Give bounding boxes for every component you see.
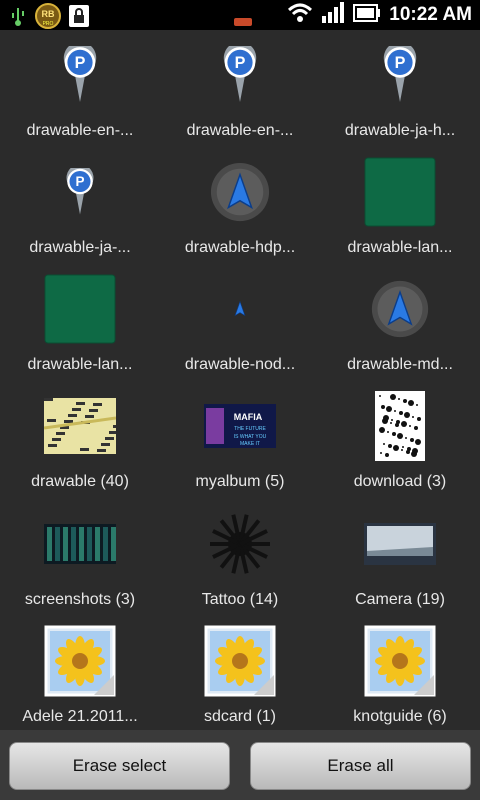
green-square-thumbnail [320,147,480,237]
document-thumbnail [320,381,480,471]
svg-text:P: P [75,54,86,72]
parking-pin-icon: P [0,30,160,120]
folder-item[interactable]: Pdrawable-ja-... [0,147,160,265]
folder-label: drawable-en-... [186,122,294,139]
folder-item[interactable]: Pdrawable-ja-h... [320,30,480,148]
folder-item[interactable]: drawable-md... [320,264,480,382]
folder-item[interactable]: Pdrawable-en-... [160,30,320,148]
lock-icon [68,4,90,33]
green-square-thumbnail [0,264,160,354]
folder-grid: Pdrawable-en-... Pdrawable-en-... Pdrawabl… [0,30,480,730]
folder-label: Camera (19) [355,591,445,608]
bottom-action-bar: Erase select Erase all [0,730,480,800]
folder-item[interactable]: sdcard (1) [160,616,320,734]
svg-text:RB: RB [42,9,55,19]
folder-label: drawable-lan... [27,356,133,373]
navigation-arrow-icon [160,264,320,354]
navigation-arrow-icon [160,147,320,237]
svg-text:MAKE IT: MAKE IT [240,441,260,447]
folder-label: drawable-ja-... [29,239,131,256]
folder-label: drawable-nod... [184,356,296,373]
folder-label: Adele 21.2011... [22,708,138,725]
svg-text:P: P [75,174,84,189]
folder-item[interactable]: knotguide (6) [320,616,480,734]
navigation-arrow-icon [320,264,480,354]
parking-pin-icon: P [160,30,320,120]
folder-label: sdcard (1) [203,708,277,725]
signal-icon [321,1,345,29]
svg-text:THE FUTURE: THE FUTURE [234,426,266,432]
parking-pin-icon: P [0,147,160,237]
folder-item[interactable]: screenshots (3) [0,499,160,617]
folder-label: drawable-ja-h... [344,122,456,139]
folder-label: Tattoo (14) [201,591,279,608]
folder-item[interactable]: MAFIA THE FUTURE IS WHAT YOU MAKE IT myalbum… [160,381,320,499]
folder-label: drawable (40) [31,473,129,490]
svg-text:P: P [235,54,246,72]
folder-item[interactable]: Camera (19) [320,499,480,617]
folder-label: screenshots (3) [24,591,136,608]
folder-label: myalbum (5) [195,473,285,490]
svg-text:IS WHAT YOU: IS WHAT YOU [234,434,267,440]
folder-item[interactable]: download (3) [320,381,480,499]
folder-label: drawable-en-... [26,122,134,139]
folder-item[interactable]: drawable-lan... [0,264,160,382]
folder-item[interactable]: drawable (40) [0,381,160,499]
svg-text:PRO: PRO [43,21,54,27]
folder-label: drawable-lan... [347,239,453,256]
folder-item[interactable]: Tattoo (14) [160,499,320,617]
folder-label: drawable-md... [347,356,453,373]
wifi-icon [287,2,313,29]
svg-text:MAFIA: MAFIA [234,412,263,422]
screenshot-thumbnail [0,499,160,589]
erase-select-button[interactable]: Erase select [9,742,230,790]
album-cover-thumbnail: MAFIA THE FUTURE IS WHAT YOU MAKE IT [160,381,320,471]
folder-item[interactable]: Adele 21.2011... [0,616,160,734]
erase-all-button[interactable]: Erase all [250,742,471,790]
tattoo-thumbnail [160,499,320,589]
sunflower-image-icon [320,616,480,706]
usb-icon [8,5,28,32]
folder-item[interactable]: drawable-nod... [160,264,320,382]
map-thumbnail [0,381,160,471]
folder-item[interactable]: drawable-hdp... [160,147,320,265]
folder-item[interactable]: Pdrawable-en-... [0,30,160,148]
sunflower-image-icon [160,616,320,706]
sunflower-image-icon [0,616,160,706]
notification-icon [234,13,252,31]
clock: 10:22 AM [389,4,472,25]
status-bar: RB PRO 10:22 AM [0,0,480,30]
svg-text:P: P [395,54,406,72]
folder-item[interactable]: drawable-lan... [320,147,480,265]
parking-pin-icon: P [320,30,480,120]
folder-label: download (3) [353,473,447,490]
battery-icon [353,3,381,28]
folder-label: drawable-hdp... [184,239,296,256]
folder-label: knotguide (6) [353,708,447,725]
camera-thumbnail [320,499,480,589]
